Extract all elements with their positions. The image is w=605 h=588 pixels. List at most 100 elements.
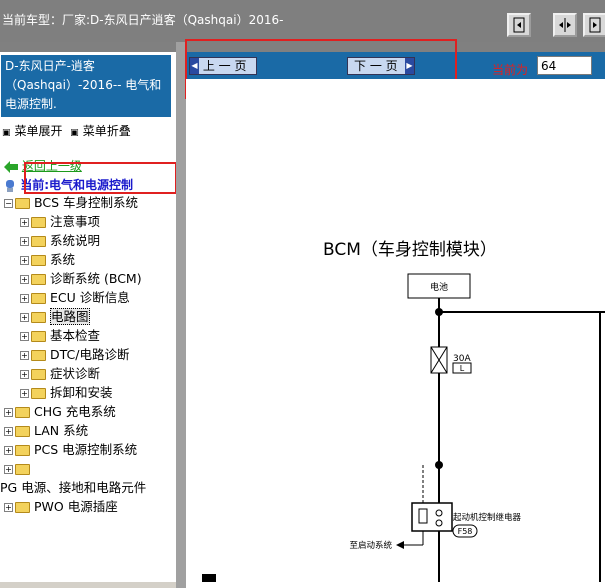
folder-icon — [31, 217, 46, 228]
relay-box — [411, 502, 453, 532]
folder-icon — [31, 255, 46, 266]
content-bottom-strip — [186, 582, 605, 588]
tree-item[interactable]: + 系统说明 — [20, 232, 100, 250]
split-view-button[interactable] — [553, 13, 577, 37]
expand-toggle-icon[interactable]: + — [20, 218, 29, 227]
collapse-left-icon — [513, 17, 525, 33]
tree-item-bcs[interactable]: − BCS 车身控制系统 — [4, 194, 138, 212]
tree-item-label: 系统说明 — [50, 233, 101, 248]
expand-toggle-icon[interactable]: + — [20, 351, 29, 360]
tree-item-label: DTC/电路诊断 — [50, 347, 130, 362]
folder-open-icon — [15, 198, 30, 209]
tree-item-label: 症状诊断 — [50, 366, 101, 381]
tree-item[interactable]: + DTC/电路诊断 — [20, 346, 129, 364]
folder-icon — [31, 312, 46, 323]
square-bullet-icon: ▣ — [70, 128, 79, 138]
expand-right-button[interactable] — [583, 13, 605, 37]
tree-item-empty[interactable]: + — [4, 460, 34, 478]
current-page-input[interactable] — [537, 56, 592, 75]
tree-item-chg[interactable]: + CHG 充电系统 — [4, 403, 116, 421]
tree-item[interactable]: + 症状诊断 — [20, 365, 100, 383]
sidebar: D-东风日产-逍客（Qashqai）-2016-- 电气和电源控制. ▣ 菜单展开… — [0, 52, 176, 582]
expand-toggle-icon[interactable]: + — [4, 427, 13, 436]
highlight-box — [24, 162, 176, 194]
folder-icon — [31, 388, 46, 399]
tree-item[interactable]: + 拆卸和安装 — [20, 384, 113, 402]
folder-icon — [15, 502, 30, 513]
diagram-title: BCM（车身控制模块） — [323, 240, 497, 260]
folder-icon — [31, 293, 46, 304]
expand-toggle-icon[interactable]: + — [4, 408, 13, 417]
tree-item-label: 诊断系统 (BCM) — [50, 271, 142, 286]
pane-splitter[interactable] — [176, 42, 186, 588]
starter-label: 至启动系统 — [349, 540, 392, 551]
tree-item-label: BCS 车身控制系统 — [34, 195, 138, 210]
folder-icon — [15, 445, 30, 456]
tree-item-label: 注意事项 — [50, 214, 101, 229]
tree-item-label: PG 电源、接地和电路元件 — [0, 480, 147, 495]
tree-item-label: LAN 系统 — [34, 423, 89, 438]
folder-icon — [15, 464, 30, 475]
expand-toggle-icon[interactable]: + — [20, 275, 29, 284]
folder-icon — [31, 274, 46, 285]
wiring-diagram: BCM（车身控制模块） 电池 30A L 起动机控制继电器 F58 至启动系统 — [202, 240, 605, 582]
menu-ops: ▣ 菜单展开 ▣ 菜单折叠 — [2, 122, 131, 139]
square-bullet-icon: ▣ — [2, 128, 11, 138]
expand-toggle-icon[interactable]: + — [4, 503, 13, 512]
expand-toggle-icon[interactable]: + — [4, 446, 13, 455]
tree-item[interactable]: + 基本检查 — [20, 327, 100, 345]
junction-dot — [435, 461, 443, 469]
tree-item-label: PCS 电源控制系统 — [34, 442, 138, 457]
menu-expand-link[interactable]: 菜单展开 — [15, 124, 63, 138]
expand-right-icon — [589, 17, 601, 33]
tree-item-label: PWO 电源插座 — [34, 499, 118, 514]
sidebar-heading: D-东风日产-逍客（Qashqai）-2016-- 电气和电源控制. — [1, 55, 171, 117]
expand-toggle-icon[interactable]: + — [4, 465, 13, 474]
sidebar-horizontal-scrollbar[interactable] — [0, 582, 180, 588]
relay-coil — [418, 508, 428, 524]
tree-item-pwo[interactable]: + PWO 电源插座 — [4, 498, 118, 516]
tree-item[interactable]: + 诊断系统 (BCM) — [20, 270, 142, 288]
tree-item-label: 基本检查 — [50, 328, 101, 343]
arrow-left-icon — [396, 541, 404, 549]
expand-toggle-icon[interactable]: + — [20, 370, 29, 379]
scroll-corner-icon — [202, 574, 216, 582]
relay-label: 起动机控制继电器 — [453, 512, 522, 523]
folder-icon — [15, 426, 30, 437]
collapse-toggle-icon[interactable]: − — [4, 199, 13, 208]
tree-item-lan[interactable]: + LAN 系统 — [4, 422, 88, 440]
tree-item[interactable]: + 系统 — [20, 251, 75, 269]
expand-toggle-icon[interactable]: + — [20, 389, 29, 398]
tree-item[interactable]: + ECU 诊断信息 — [20, 289, 130, 307]
collapse-left-button[interactable] — [507, 13, 531, 37]
window-title: 当前车型：厂家:D-东风日产逍客（Qashqai）2016- — [2, 13, 284, 27]
back-arrow-icon — [4, 160, 18, 173]
top-bar: 当前车型：厂家:D-东风日产逍客（Qashqai）2016- — [0, 0, 605, 42]
location-icon — [6, 179, 14, 192]
tree-item-pg[interactable]: PG 电源、接地和电路元件 — [0, 479, 146, 497]
folder-icon — [31, 236, 46, 247]
tree-item[interactable]: + 注意事项 — [20, 213, 100, 231]
tree-item-label: 电路图 — [50, 308, 90, 325]
tree-item-selected[interactable]: + 电路图 — [20, 308, 90, 326]
menu-collapse-link[interactable]: 菜单折叠 — [83, 124, 131, 138]
folder-icon — [31, 331, 46, 342]
split-view-icon — [559, 18, 571, 32]
expand-toggle-icon[interactable]: + — [20, 332, 29, 341]
relay-connector: F58 — [458, 527, 473, 536]
diagram-pane: BCM（车身控制模块） 电池 30A L 起动机控制继电器 F58 至启动系统 — [186, 79, 605, 582]
expand-toggle-icon[interactable]: + — [20, 256, 29, 265]
battery-label: 电池 — [430, 281, 448, 293]
tree-item-label: CHG 充电系统 — [34, 404, 116, 419]
tree-item-label: ECU 诊断信息 — [50, 290, 130, 305]
fuse-type: L — [460, 364, 465, 373]
expand-toggle-icon[interactable]: + — [20, 237, 29, 246]
folder-icon — [31, 350, 46, 361]
expand-toggle-icon[interactable]: + — [20, 313, 29, 322]
folder-icon — [31, 369, 46, 380]
tree-item-pcs[interactable]: + PCS 电源控制系统 — [4, 441, 137, 459]
folder-icon — [15, 407, 30, 418]
expand-toggle-icon[interactable]: + — [20, 294, 29, 303]
tree-item-label: 系统 — [50, 252, 76, 267]
current-page-label: 当前为 — [492, 63, 529, 77]
